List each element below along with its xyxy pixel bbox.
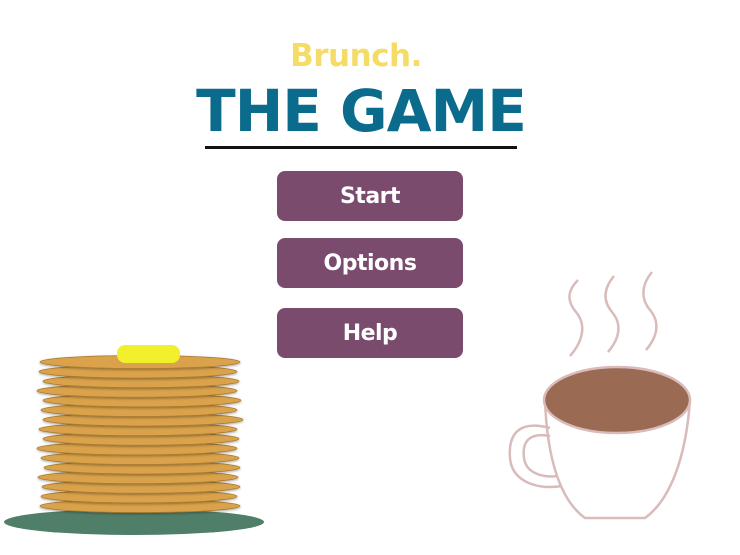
title-underline [205, 146, 517, 149]
steam-line [568, 279, 584, 357]
options-button[interactable]: Options [277, 238, 463, 288]
steam-line [604, 275, 620, 353]
game-subtitle: Brunch. [290, 38, 422, 74]
pancake-stack-illustration [4, 345, 264, 535]
start-button[interactable]: Start [277, 171, 463, 221]
coffee-surface [542, 365, 692, 435]
butter-pat [117, 345, 180, 363]
game-title: THE GAME [196, 77, 527, 145]
steam-line [642, 271, 658, 351]
coffee-cup-illustration [508, 271, 692, 520]
plate [4, 509, 264, 535]
steam [568, 271, 658, 357]
help-button[interactable]: Help [277, 308, 463, 358]
